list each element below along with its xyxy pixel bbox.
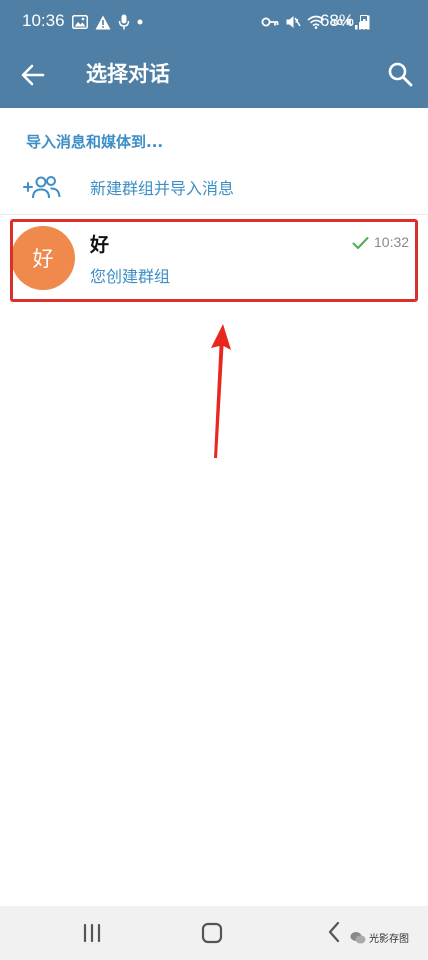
import-section-header: 导入消息和媒体到... — [26, 133, 164, 151]
wechat-logo-icon — [350, 931, 366, 943]
mute-icon — [286, 16, 301, 28]
nav-back-icon[interactable] — [326, 920, 342, 944]
status-time: 10:36 — [22, 11, 65, 30]
recent-apps-icon[interactable] — [80, 922, 104, 944]
status-bar: 10:36 3G R 68% — [0, 0, 428, 42]
home-icon[interactable] — [201, 922, 223, 944]
new-group-import-button[interactable]: 新建群组并导入消息 — [0, 165, 428, 209]
new-group-import-label: 新建群组并导入消息 — [90, 179, 235, 198]
watermark: 光影存图 — [350, 930, 409, 945]
gallery-icon — [72, 15, 88, 29]
status-notification-icons — [72, 13, 143, 31]
arrow-up-annotation-icon — [211, 324, 231, 458]
add-group-icon — [23, 176, 61, 199]
divider — [0, 214, 428, 215]
chat-name: 好 — [90, 234, 110, 256]
chat-preview: 您创建群组 — [90, 267, 171, 286]
watermark-text: 光影存图 — [369, 934, 409, 945]
avatar-text: 好 — [32, 247, 54, 271]
search-icon[interactable] — [386, 60, 414, 88]
chat-time: 10:32 — [374, 234, 410, 250]
warning-icon — [95, 15, 111, 29]
chat-list-item[interactable]: 好 好 10:32 您创建群组 — [0, 216, 428, 302]
battery-icon — [360, 15, 368, 29]
page-title: 选择对话 — [86, 62, 170, 86]
check-icon — [352, 237, 369, 249]
avatar: 好 — [11, 226, 75, 290]
dot-icon — [137, 19, 143, 25]
microphone-icon — [118, 14, 130, 30]
arrow-left-icon[interactable] — [20, 62, 46, 88]
battery-percent: 68% — [319, 11, 354, 30]
app-bar: 选择对话 — [0, 42, 428, 108]
key-icon — [261, 17, 279, 27]
